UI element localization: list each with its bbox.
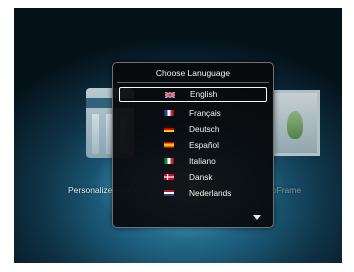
language-item-francais[interactable]: Français bbox=[119, 105, 267, 121]
photo-frame-screen: Personalize Frame Start PhotoFrame Choos… bbox=[14, 8, 342, 263]
language-label: Deutsch bbox=[189, 124, 220, 134]
photo-frame-icon bbox=[272, 90, 320, 156]
language-label: Dansk bbox=[189, 172, 213, 182]
language-label: English bbox=[190, 89, 218, 99]
language-item-deutsch[interactable]: Deutsch bbox=[119, 121, 267, 137]
language-list: English Français Deutsch Español Italian… bbox=[119, 87, 267, 201]
language-item-english[interactable]: English bbox=[119, 87, 267, 102]
language-item-nederlands[interactable]: Nederlands bbox=[119, 185, 267, 201]
choose-language-dialog: Choose Lanuguage English Français Deutsc… bbox=[112, 62, 274, 228]
language-item-espanol[interactable]: Español bbox=[119, 137, 267, 153]
netherlands-flag-icon bbox=[164, 190, 174, 196]
language-item-dansk[interactable]: Dansk bbox=[119, 169, 267, 185]
language-label: Nederlands bbox=[189, 188, 232, 198]
language-label: Italiano bbox=[189, 156, 216, 166]
spain-flag-icon bbox=[164, 142, 174, 148]
scroll-down-icon[interactable] bbox=[253, 215, 261, 220]
language-label: Français bbox=[189, 108, 221, 118]
denmark-flag-icon bbox=[164, 174, 174, 180]
france-flag-icon bbox=[164, 110, 174, 116]
dialog-divider bbox=[117, 82, 269, 83]
germany-flag-icon bbox=[164, 126, 174, 132]
italy-flag-icon bbox=[164, 158, 174, 164]
language-item-italiano[interactable]: Italiano bbox=[119, 153, 267, 169]
language-label: Español bbox=[189, 140, 219, 150]
dialog-title: Choose Lanuguage bbox=[155, 68, 231, 78]
uk-flag-icon bbox=[165, 91, 175, 98]
